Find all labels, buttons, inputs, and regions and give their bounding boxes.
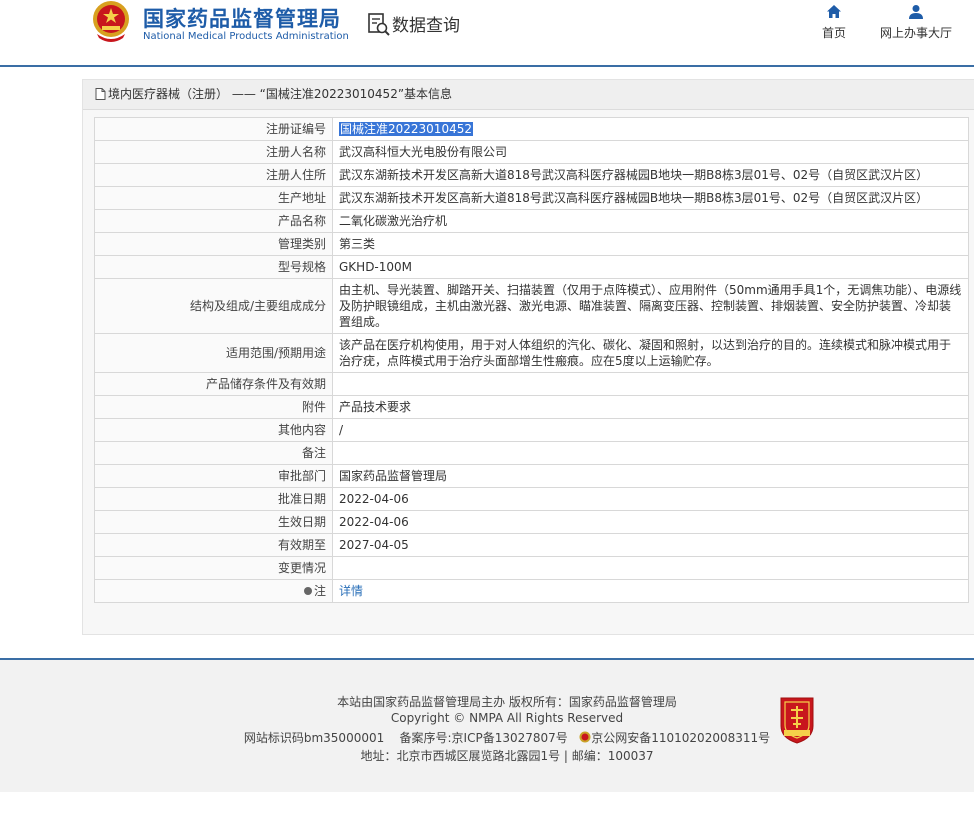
field-label: 批准日期: [94, 487, 333, 511]
field-label: 注册证编号: [94, 117, 333, 141]
field-value: [332, 441, 969, 465]
footer-address: 地址：北京市西城区展览路北露园1号 | 邮编：100037: [360, 749, 654, 763]
site-header: 国家药品监督管理局 National Medical Products Admi…: [0, 0, 974, 66]
table-row: 注册人名称 武汉高科恒大光电股份有限公司: [94, 140, 969, 164]
details-link[interactable]: 详情: [339, 584, 363, 598]
field-label: 管理类别: [94, 232, 333, 256]
field-label: 结构及组成/主要组成成分: [94, 278, 333, 334]
panel-title: 境内医疗器械（注册） —— “国械注准20223010452”基本信息: [83, 80, 974, 110]
registration-number-value[interactable]: 国械注准20223010452: [339, 122, 473, 136]
footer-site-id: 网站标识码bm35000001: [243, 731, 385, 745]
field-value: 武汉东湖新技术开发区高新大道818号武汉高科医疗器械园B地块一期B8栋3层01号…: [332, 186, 969, 210]
field-value: 2022-04-06: [332, 487, 969, 511]
table-row: 型号规格 GKHD-100M: [94, 255, 969, 279]
table-row: 产品储存条件及有效期: [94, 372, 969, 396]
nav-home-label: 首页: [821, 26, 846, 40]
nav-online-service-hall[interactable]: 网上办事大厅: [879, 4, 953, 41]
table-row: 结构及组成/主要组成成分 由主机、导光装置、脚踏开关、扫描装置（仅用于点阵模式）…: [94, 278, 969, 334]
field-label: 备注: [94, 441, 333, 465]
field-label: 型号规格: [94, 255, 333, 279]
field-value: 国家药品监督管理局: [332, 464, 969, 488]
field-value: 武汉高科恒大光电股份有限公司: [332, 140, 969, 164]
field-value: GKHD-100M: [332, 255, 969, 279]
footer-sponsor: 本站由国家药品监督管理局主办 版权所有：国家药品监督管理局: [337, 695, 677, 709]
note-icon: [303, 586, 312, 595]
government-site-badge-icon[interactable]: [777, 696, 817, 744]
field-label: 产品名称: [94, 209, 333, 233]
field-value: [332, 372, 969, 396]
field-value: 产品技术要求: [332, 395, 969, 419]
table-row: 有效期至 2027-04-05: [94, 533, 969, 557]
field-value: [332, 556, 969, 580]
site-footer: 本站由国家药品监督管理局主办 版权所有：国家药品监督管理局 Copyright …: [0, 658, 974, 792]
panel-title-text: 境内医疗器械（注册） —— “国械注准20223010452”基本信息: [108, 87, 453, 101]
field-value: 武汉东湖新技术开发区高新大道818号武汉高科医疗器械园B地块一期B8栋3层01号…: [332, 163, 969, 187]
field-label: 注册人名称: [94, 140, 333, 164]
user-icon: [909, 5, 923, 19]
table-row: 审批部门 国家药品监督管理局: [94, 464, 969, 488]
nav-home[interactable]: 首页: [818, 4, 850, 41]
field-label: 变更情况: [94, 556, 333, 580]
table-row: 注册证编号 国械注准20223010452: [94, 117, 969, 141]
field-value: 由主机、导光装置、脚踏开关、扫描装置（仅用于点阵模式）、应用附件（50mm通用手…: [332, 278, 969, 334]
table-row: 其他内容 /: [94, 418, 969, 442]
field-value: 该产品在医疗机构使用，用于对人体组织的汽化、碳化、凝固和照射，以达到治疗的目的。…: [332, 333, 969, 373]
table-row: 产品名称 二氧化碳激光治疗机: [94, 209, 969, 233]
table-row: 批准日期 2022-04-06: [94, 487, 969, 511]
footer-police-link[interactable]: 京公网安备11010202008311号: [591, 731, 770, 745]
home-icon: [827, 5, 841, 18]
note-label: 注: [94, 579, 333, 603]
field-label: 审批部门: [94, 464, 333, 488]
nav-online-service-hall-label: 网上办事大厅: [879, 26, 952, 40]
field-label: 生效日期: [94, 510, 333, 534]
police-badge-icon: [579, 731, 591, 743]
footer-copyright: Copyright © NMPA All Rights Reserved: [390, 711, 624, 725]
table-row: 生产地址 武汉东湖新技术开发区高新大道818号武汉高科医疗器械园B地块一期B8栋…: [94, 186, 969, 210]
field-label: 其他内容: [94, 418, 333, 442]
field-value: 2022-04-06: [332, 510, 969, 534]
table-row: 注册人住所 武汉东湖新技术开发区高新大道818号武汉高科医疗器械园B地块一期B8…: [94, 163, 969, 187]
field-value: 2027-04-05: [332, 533, 969, 557]
table-row: 备注: [94, 441, 969, 465]
table-row: 适用范围/预期用途 该产品在医疗机构使用，用于对人体组织的汽化、碳化、凝固和照射…: [94, 333, 969, 373]
national-emblem-icon: [93, 1, 129, 42]
header-divider: [0, 65, 974, 67]
field-label: 适用范围/预期用途: [94, 333, 333, 373]
field-label: 产品储存条件及有效期: [94, 372, 333, 396]
table-row: 生效日期 2022-04-06: [94, 510, 969, 534]
table-row: 附件 产品技术要求: [94, 395, 969, 419]
field-label: 注册人住所: [94, 163, 333, 187]
data-query-icon: [368, 13, 390, 36]
table-row: 变更情况: [94, 556, 969, 580]
field-label: 生产地址: [94, 186, 333, 210]
data-query-title: 数据查询: [392, 16, 460, 36]
field-value: /: [332, 418, 969, 442]
document-icon: [95, 87, 106, 100]
field-value: 国械注准20223010452: [332, 117, 969, 141]
field-value: 详情: [332, 579, 969, 603]
footer-registration: 网站标识码bm35000001 备案序号:京ICP备13027807号 京公网安…: [0, 729, 974, 746]
footer-icp-link[interactable]: 备案序号:京ICP备13027807号: [400, 731, 568, 745]
table-row: 管理类别 第三类: [94, 232, 969, 256]
note-label-text: 注: [313, 584, 326, 598]
field-value: 第三类: [332, 232, 969, 256]
field-label: 附件: [94, 395, 333, 419]
site-name-english[interactable]: National Medical Products Administration: [143, 31, 349, 42]
field-value: 二氧化碳激光治疗机: [332, 209, 969, 233]
registration-info-table: 注册证编号 国械注准20223010452 注册人名称 武汉高科恒大光电股份有限…: [94, 117, 969, 603]
field-label: 有效期至: [94, 533, 333, 557]
table-row: 注 详情: [94, 579, 969, 603]
site-name[interactable]: 国家药品监督管理局: [143, 3, 341, 33]
